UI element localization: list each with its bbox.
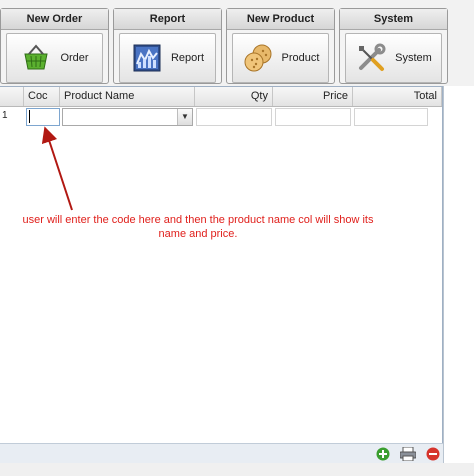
grid-header: Coc Product Name Qty Price Total [0, 87, 442, 107]
delete-icon[interactable] [426, 447, 440, 461]
header-qty[interactable]: Qty [195, 87, 273, 106]
cookies-product-icon [244, 44, 272, 72]
group-system: System System [339, 8, 448, 84]
order-button-label: Order [60, 52, 89, 64]
group-title: Report [114, 9, 221, 30]
window-bottom-strip [0, 463, 474, 476]
total-cell[interactable] [354, 108, 428, 126]
price-cell[interactable] [275, 108, 351, 126]
header-code[interactable]: Coc [24, 87, 60, 106]
header-product-name[interactable]: Product Name [60, 87, 195, 106]
product-name-select[interactable]: ▼ [62, 108, 193, 126]
tools-wrench-icon [359, 43, 386, 71]
print-icon[interactable] [400, 447, 416, 461]
ribbon-toolbar: New Order Order Report Report New Produc… [0, 0, 474, 86]
report-button-label: Report [170, 52, 205, 64]
chevron-down-icon[interactable]: ▼ [177, 109, 192, 125]
group-title: New Order [1, 9, 108, 30]
grid-footer [0, 443, 443, 464]
group-new-product: New Product Product [226, 8, 335, 84]
system-button-label: System [395, 52, 432, 64]
header-price[interactable]: Price [273, 87, 353, 106]
annotation-text: user will enter the code here and then t… [22, 214, 374, 240]
order-grid: Coc Product Name Qty Price Total 1 ▼ [0, 86, 443, 464]
group-report: Report Report [113, 8, 222, 84]
code-input[interactable] [26, 108, 60, 126]
grid-right-border [443, 86, 444, 464]
header-rownum [0, 87, 24, 106]
group-new-order: New Order Order [0, 8, 109, 84]
text-caret [29, 110, 30, 123]
report-button[interactable]: Report [119, 33, 216, 83]
table-row: 1 ▼ [0, 106, 442, 128]
header-total[interactable]: Total [353, 87, 442, 106]
qty-cell[interactable] [196, 108, 272, 126]
order-button[interactable]: Order [6, 33, 103, 83]
system-button[interactable]: System [345, 33, 442, 83]
product-button-label: Product [281, 52, 320, 64]
chart-report-icon [133, 44, 161, 72]
group-title: System [340, 9, 447, 30]
add-icon[interactable] [376, 447, 390, 461]
product-button[interactable]: Product [232, 33, 329, 83]
shopping-basket-icon [24, 44, 49, 70]
row-number: 1 [2, 110, 8, 121]
group-title: New Product [227, 9, 334, 30]
